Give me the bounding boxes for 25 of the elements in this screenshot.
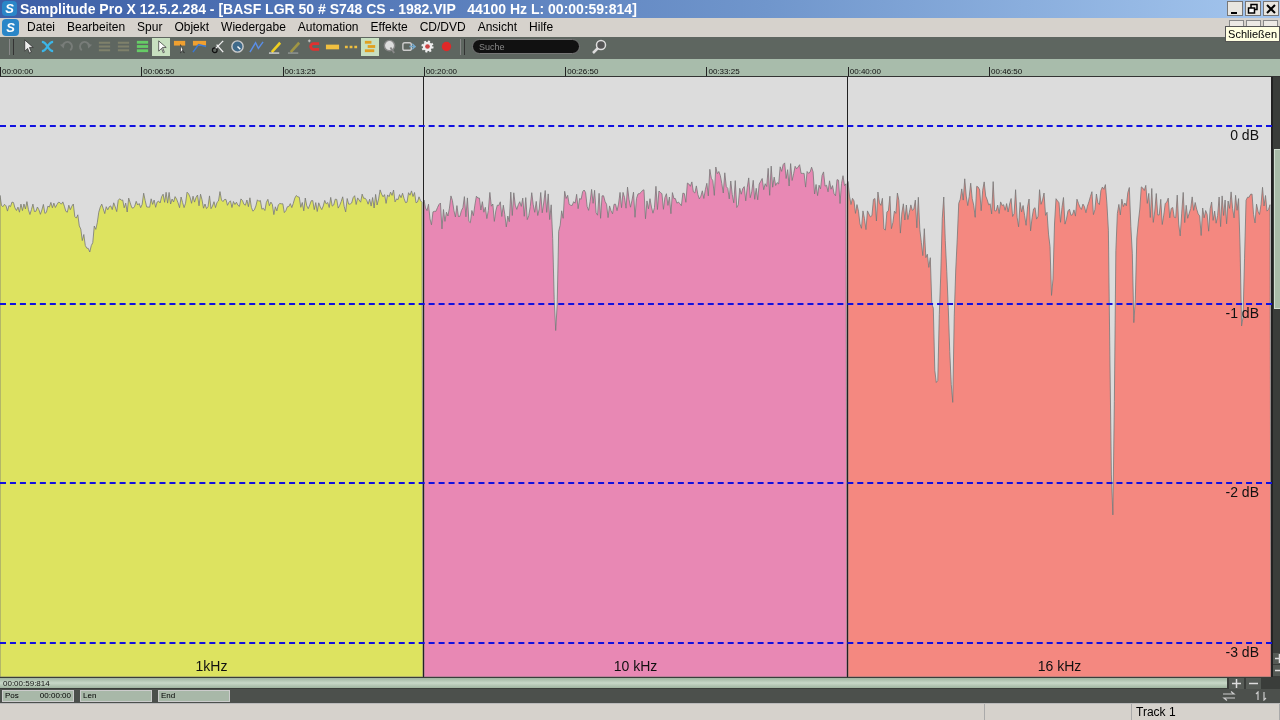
app-logo: S <box>2 1 17 17</box>
timeline-position: 00:00:59:814 <box>2 678 50 688</box>
clip-label: 10 kHz <box>612 658 659 675</box>
window-title: Samplitude Pro X 12.5.2.284 - [BASF LGR 50 # S748 CS - 1982.VIP 44100 Hz L: 00:00:59:814] <box>20 0 637 17</box>
field-label: Pos <box>5 691 19 702</box>
db-label: -3 dB <box>1225 644 1259 661</box>
field-label: Len <box>83 691 97 702</box>
app-logo: S <box>2 18 19 36</box>
time-label: 00:13:25 <box>282 67 424 77</box>
time-label: 00:46:50 <box>989 67 1131 77</box>
clip-label: 16 kHz <box>1036 658 1083 675</box>
field-label: End <box>161 691 176 702</box>
time-label: 00:26:50 <box>565 67 707 77</box>
field-value: 00:00:00 <box>39 691 71 702</box>
time-label: 00:40:00 <box>847 67 990 77</box>
db-label: -1 dB <box>1225 305 1259 322</box>
db-label: 0 dB <box>1230 127 1259 144</box>
time-label: 00:00:00 <box>0 67 142 77</box>
tooltip: Schließen <box>1225 26 1280 43</box>
time-label: 00:33:25 <box>706 67 848 77</box>
time-label: 00:06:50 <box>141 67 283 77</box>
time-label: 00:20:00 <box>423 67 566 77</box>
db-label: -2 dB <box>1225 484 1259 501</box>
clip-label: 1kHz <box>194 658 229 675</box>
status-text: Track 1 <box>1132 704 1280 720</box>
